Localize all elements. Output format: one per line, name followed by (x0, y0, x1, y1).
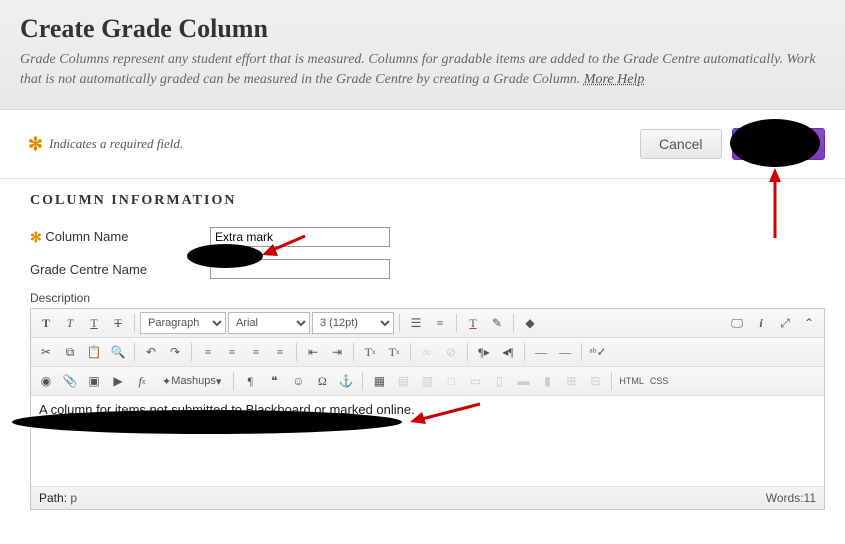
hr-icon[interactable]: — (530, 341, 552, 363)
align-left-icon[interactable]: ≡ (197, 341, 219, 363)
page-title: Create Grade Column (20, 14, 825, 44)
align-right-icon[interactable]: ≡ (245, 341, 267, 363)
omega-icon[interactable]: Ω (311, 370, 333, 392)
column-name-input[interactable] (210, 227, 390, 247)
cut-icon[interactable]: ✂ (35, 341, 57, 363)
page-desc-text: Grade Columns represent any student effo… (20, 52, 816, 87)
fullscreen-icon[interactable]: ⤢ (774, 312, 796, 334)
attach-icon[interactable]: 📎 (59, 370, 81, 392)
fx-icon[interactable]: fx (131, 370, 153, 392)
align-justify-icon[interactable]: ≡ (269, 341, 291, 363)
undo-icon[interactable]: ↶ (140, 341, 162, 363)
bullet-list-icon[interactable]: ☰ (405, 312, 427, 334)
italic-icon[interactable]: T (59, 312, 81, 334)
font-select[interactable]: Arial (228, 312, 310, 334)
highlight-icon[interactable]: ✎ (486, 312, 508, 334)
link-icon[interactable]: ∞ (416, 341, 438, 363)
spellcheck-icon[interactable]: ᵃᵇ✓ (587, 341, 609, 363)
superscript-icon[interactable]: Tx (359, 341, 381, 363)
table-del-col-icon[interactable]: ▮ (536, 370, 558, 392)
more-help-link[interactable]: More Help (584, 72, 645, 87)
ltr-icon[interactable]: ¶▸ (473, 341, 495, 363)
size-select[interactable]: 3 (12pt) (312, 312, 394, 334)
css-button[interactable]: CSS (648, 376, 671, 386)
copy-icon[interactable]: ⧉ (59, 341, 81, 363)
anchor-icon[interactable]: ⚓ (335, 370, 357, 392)
table-split-icon[interactable]: ⊟ (584, 370, 606, 392)
rich-text-editor: T T T T Paragraph Arial 3 (12pt) ☰ ≡ T ✎… (30, 308, 825, 510)
words-value: 11 (804, 491, 816, 505)
paragraph-select[interactable]: Paragraph (140, 312, 226, 334)
required-note: Indicates a required field. (49, 136, 183, 152)
html-button[interactable]: HTML (617, 376, 646, 386)
bold-icon[interactable]: T (35, 312, 57, 334)
grade-centre-name-input[interactable] (210, 259, 390, 279)
column-name-label-text: Column Name (45, 229, 128, 244)
find-icon[interactable]: 🔍 (107, 341, 129, 363)
table-icon[interactable]: ▦ (368, 370, 390, 392)
words-label: Words: (766, 491, 804, 505)
column-name-label: ✻ Column Name (30, 229, 210, 246)
section-title: COLUMN INFORMATION (30, 193, 825, 209)
strike-icon[interactable]: T (107, 312, 129, 334)
image-icon[interactable]: ▣ (83, 370, 105, 392)
clear-format-icon[interactable]: ◆ (519, 312, 541, 334)
underline-icon[interactable]: T (83, 312, 105, 334)
table-insert-row-icon[interactable]: ▭ (464, 370, 486, 392)
info-icon[interactable]: i (750, 312, 772, 334)
paste-icon[interactable]: 📋 (83, 341, 105, 363)
table-col-icon[interactable]: ▥ (416, 370, 438, 392)
mashups-button[interactable]: ✦ Mashups ▾ (155, 370, 228, 392)
cancel-button[interactable]: Cancel (640, 129, 722, 159)
required-star-icon: ✻ (28, 134, 43, 155)
table-cell-icon[interactable]: □ (440, 370, 462, 392)
grade-centre-name-label: Grade Centre Name (30, 262, 210, 277)
subscript-icon[interactable]: Tx (383, 341, 405, 363)
unlink-icon[interactable]: ⊘ (440, 341, 462, 363)
page-description: Grade Columns represent any student effo… (20, 50, 825, 89)
path-label: Path: (39, 491, 67, 505)
media-icon[interactable]: ▶ (107, 370, 129, 392)
redo-icon[interactable]: ↷ (164, 341, 186, 363)
record-icon[interactable]: ◉ (35, 370, 57, 392)
table-row-icon[interactable]: ▤ (392, 370, 414, 392)
indent-left-icon[interactable]: ⇤ (302, 341, 324, 363)
nbsp-icon[interactable]: ― (554, 341, 576, 363)
quote-icon[interactable]: ❝ (263, 370, 285, 392)
indent-right-icon[interactable]: ⇥ (326, 341, 348, 363)
pilcrow-icon[interactable]: ¶ (239, 370, 261, 392)
path-value: p (70, 491, 77, 505)
smiley-icon[interactable]: ☺ (287, 370, 309, 392)
number-list-icon[interactable]: ≡ (429, 312, 451, 334)
submit-button[interactable]: Submit (732, 128, 825, 160)
preview-icon[interactable]: 🖵 (726, 312, 748, 334)
table-insert-col-icon[interactable]: ▯ (488, 370, 510, 392)
rtl-icon[interactable]: ◂¶ (497, 341, 519, 363)
collapse-icon[interactable]: ⌃ (798, 312, 820, 334)
table-merge-icon[interactable]: ⊞ (560, 370, 582, 392)
text-color-icon[interactable]: T (462, 312, 484, 334)
align-center-icon[interactable]: ≡ (221, 341, 243, 363)
table-del-row-icon[interactable]: ▬ (512, 370, 534, 392)
required-star-icon: ✻ (30, 229, 42, 245)
description-textarea[interactable]: A column for items not submitted to Blac… (31, 396, 824, 486)
description-label: Description (30, 291, 825, 305)
